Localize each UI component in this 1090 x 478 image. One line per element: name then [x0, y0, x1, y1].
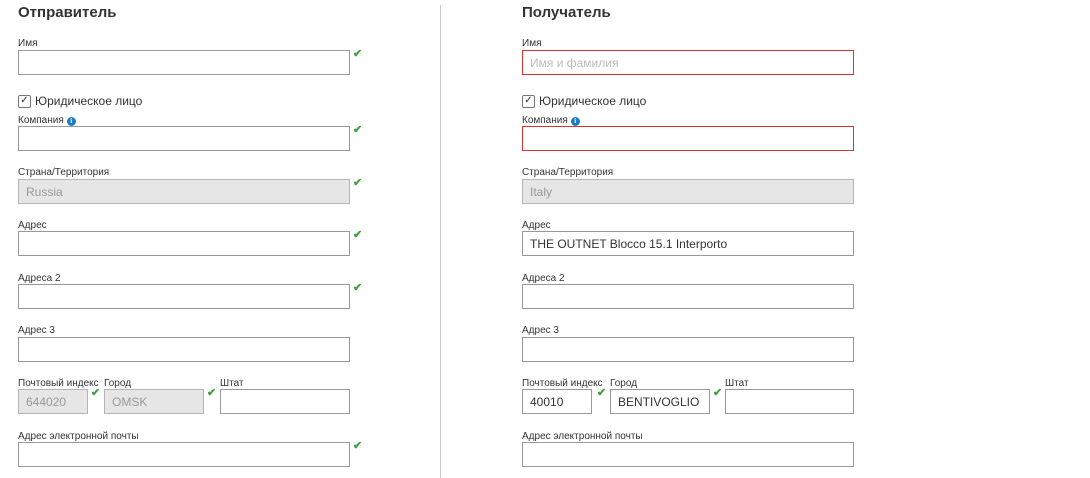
sender-company-label: Компания [18, 115, 64, 126]
checkmark-icon: ✔ [353, 229, 363, 241]
sender-legal-entity-checkbox[interactable]: ✓ Юридическое лицо [18, 94, 142, 108]
sender-company-input[interactable] [18, 126, 350, 151]
sender-country-input [18, 179, 350, 204]
sender-address-input[interactable] [18, 231, 350, 256]
sender-title: Отправитель [18, 4, 117, 21]
recipient-legal-entity-checkbox[interactable]: ✓ Юридическое лицо [522, 94, 646, 108]
sender-address2-input[interactable] [18, 284, 350, 309]
sender-address3-label: Адрес 3 [18, 325, 55, 336]
recipient-legal-entity-label: Юридическое лицо [539, 94, 647, 108]
recipient-company-label-wrap: Компания i [522, 115, 580, 126]
recipient-city-input[interactable] [610, 389, 710, 414]
sender-legal-entity-label: Юридическое лицо [35, 94, 143, 108]
sender-email-label: Адрес электронной почты [18, 431, 139, 442]
checkbox-checked-icon[interactable]: ✓ [522, 94, 535, 108]
recipient-name-label: Имя [522, 38, 542, 49]
sender-state-label: Штат [220, 378, 244, 389]
recipient-postal-label: Почтовый индекс [522, 378, 603, 389]
checkbox-checked-icon[interactable]: ✓ [18, 94, 31, 108]
column-divider [440, 5, 441, 478]
checkmark-icon: ✔ [597, 387, 607, 399]
checkmark-icon: ✔ [353, 48, 363, 60]
sender-postal-input [18, 389, 88, 414]
sender-name-label: Имя [18, 38, 38, 49]
info-icon[interactable]: i [66, 117, 76, 126]
sender-name-input[interactable] [18, 50, 350, 75]
recipient-address-input[interactable] [522, 231, 854, 256]
checkmark-icon: ✔ [207, 387, 217, 399]
recipient-country-label: Страна/Территория [522, 167, 614, 178]
sender-postal-label: Почтовый индекс [18, 378, 99, 389]
sender-section: Отправитель Имя ✔ ✓ Юридическое лицо Ком… [18, 0, 438, 478]
sender-country-label: Страна/Территория [18, 167, 110, 178]
recipient-section: Получатель Имя ✓ Юридическое лицо Компан… [522, 0, 942, 478]
sender-company-label-wrap: Компания i [18, 115, 76, 126]
sender-address2-label: Адреса 2 [18, 273, 61, 284]
sender-city-label: Город [104, 378, 132, 389]
sender-state-input[interactable] [220, 389, 350, 414]
sender-address3-input[interactable] [18, 337, 350, 362]
recipient-company-input[interactable] [522, 126, 854, 151]
info-icon[interactable]: i [570, 117, 580, 126]
recipient-email-label: Адрес электронной почты [522, 431, 643, 442]
recipient-address2-label: Адреса 2 [522, 273, 565, 284]
recipient-company-label: Компания [522, 115, 568, 126]
sender-city-input [104, 389, 204, 414]
recipient-address3-input[interactable] [522, 337, 854, 362]
recipient-state-label: Штат [725, 378, 749, 389]
recipient-title: Получатель [522, 4, 611, 21]
checkmark-icon: ✔ [91, 387, 101, 399]
recipient-postal-input[interactable] [522, 389, 592, 414]
checkmark-icon: ✔ [353, 177, 363, 189]
checkmark-icon: ✔ [353, 440, 363, 452]
sender-email-input[interactable] [18, 442, 350, 467]
checkmark-icon: ✔ [353, 282, 363, 294]
checkmark-icon: ✔ [713, 387, 723, 399]
recipient-email-input[interactable] [522, 442, 854, 467]
recipient-city-label: Город [610, 378, 638, 389]
sender-address-label: Адрес [18, 220, 47, 231]
recipient-country-input [522, 179, 854, 204]
recipient-address-label: Адрес [522, 220, 551, 231]
checkmark-icon: ✔ [353, 124, 363, 136]
recipient-state-input[interactable] [725, 389, 854, 414]
recipient-address2-input[interactable] [522, 284, 854, 309]
recipient-address3-label: Адрес 3 [522, 325, 559, 336]
recipient-name-input[interactable] [522, 50, 854, 75]
